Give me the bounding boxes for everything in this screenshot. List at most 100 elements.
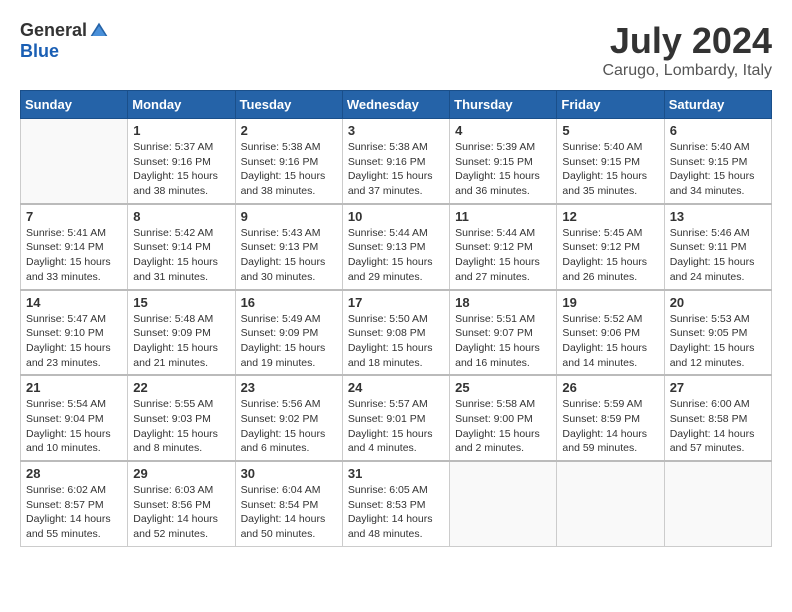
page-header: General Blue July 2024 Carugo, Lombardy,… <box>20 20 772 80</box>
logo-general-text: General <box>20 20 87 41</box>
day-info: Sunrise: 5:40 AM Sunset: 9:15 PM Dayligh… <box>562 140 658 199</box>
calendar-cell: 29Sunrise: 6:03 AM Sunset: 8:56 PM Dayli… <box>128 461 235 546</box>
calendar-cell: 27Sunrise: 6:00 AM Sunset: 8:58 PM Dayli… <box>664 375 771 461</box>
calendar-table: SundayMondayTuesdayWednesdayThursdayFrid… <box>20 90 772 547</box>
day-number: 8 <box>133 209 229 224</box>
logo-blue-text: Blue <box>20 41 59 62</box>
day-info: Sunrise: 5:38 AM Sunset: 9:16 PM Dayligh… <box>348 140 444 199</box>
day-number: 23 <box>241 380 337 395</box>
calendar-cell: 13Sunrise: 5:46 AM Sunset: 9:11 PM Dayli… <box>664 204 771 290</box>
calendar-header-wednesday: Wednesday <box>342 91 449 119</box>
calendar-cell: 18 Sunrise: 5:51 AM Sunset: 9:07 PM Dayli… <box>450 290 557 376</box>
calendar-cell: 19 Sunrise: 5:52 AM Sunset: 9:06 PM Dayli… <box>557 290 664 376</box>
calendar-cell: 12 Sunrise: 5:45 AM Sunset: 9:12 PM Dayli… <box>557 204 664 290</box>
calendar-cell: 20 Sunrise: 5:53 AM Sunset: 9:05 PM Dayli… <box>664 290 771 376</box>
day-info: Sunrise: 6:04 AM Sunset: 8:54 PM Dayligh… <box>241 483 337 542</box>
day-number: 7 <box>26 209 122 224</box>
day-number: 14 <box>26 295 122 310</box>
day-number: 4 <box>455 123 551 138</box>
calendar-cell: 14 Sunrise: 5:47 AM Sunset: 9:10 PM Dayli… <box>21 290 128 376</box>
day-number: 30 <box>241 466 337 481</box>
calendar-cell: 8 Sunrise: 5:42 AM Sunset: 9:14 PM Daylig… <box>128 204 235 290</box>
calendar-cell: 22Sunrise: 5:55 AM Sunset: 9:03 PM Dayli… <box>128 375 235 461</box>
day-info: Sunrise: 5:50 AM Sunset: 9:08 PM Dayligh… <box>348 312 444 371</box>
calendar-cell: 30 Sunrise: 6:04 AM Sunset: 8:54 PM Dayli… <box>235 461 342 546</box>
calendar-header-sunday: Sunday <box>21 91 128 119</box>
calendar-cell: 17 Sunrise: 5:50 AM Sunset: 9:08 PM Dayli… <box>342 290 449 376</box>
day-info: Sunrise: 5:37 AM Sunset: 9:16 PM Dayligh… <box>133 140 229 199</box>
calendar-header-friday: Friday <box>557 91 664 119</box>
day-number: 5 <box>562 123 658 138</box>
logo-icon <box>89 21 109 41</box>
day-info: Sunrise: 5:51 AM Sunset: 9:07 PM Dayligh… <box>455 312 551 371</box>
title-section: July 2024 Carugo, Lombardy, Italy <box>602 20 772 80</box>
day-info: Sunrise: 5:57 AM Sunset: 9:01 PM Dayligh… <box>348 397 444 456</box>
calendar-week-row: 21 Sunrise: 5:54 AM Sunset: 9:04 PM Dayli… <box>21 375 772 461</box>
day-info: Sunrise: 5:48 AM Sunset: 9:09 PM Dayligh… <box>133 312 229 371</box>
calendar-cell <box>21 119 128 204</box>
calendar-cell: 26 Sunrise: 5:59 AM Sunset: 8:59 PM Dayli… <box>557 375 664 461</box>
calendar-cell: 10Sunrise: 5:44 AM Sunset: 9:13 PM Dayli… <box>342 204 449 290</box>
logo: General Blue <box>20 20 109 62</box>
location-text: Carugo, Lombardy, Italy <box>602 62 772 80</box>
day-number: 21 <box>26 380 122 395</box>
day-number: 3 <box>348 123 444 138</box>
calendar-cell: 24 Sunrise: 5:57 AM Sunset: 9:01 PM Dayli… <box>342 375 449 461</box>
month-title: July 2024 <box>602 20 772 62</box>
day-number: 15 <box>133 295 229 310</box>
day-info: Sunrise: 5:39 AM Sunset: 9:15 PM Dayligh… <box>455 140 551 199</box>
day-info: Sunrise: 5:45 AM Sunset: 9:12 PM Dayligh… <box>562 226 658 285</box>
day-number: 22 <box>133 380 229 395</box>
calendar-cell: 21 Sunrise: 5:54 AM Sunset: 9:04 PM Dayli… <box>21 375 128 461</box>
calendar-week-row: 14 Sunrise: 5:47 AM Sunset: 9:10 PM Dayli… <box>21 290 772 376</box>
day-number: 2 <box>241 123 337 138</box>
day-number: 16 <box>241 295 337 310</box>
day-info: Sunrise: 5:59 AM Sunset: 8:59 PM Dayligh… <box>562 397 658 456</box>
day-number: 19 <box>562 295 658 310</box>
calendar-cell <box>664 461 771 546</box>
calendar-cell: 11 Sunrise: 5:44 AM Sunset: 9:12 PM Dayli… <box>450 204 557 290</box>
day-number: 11 <box>455 209 551 224</box>
calendar-header-saturday: Saturday <box>664 91 771 119</box>
calendar-cell <box>557 461 664 546</box>
day-number: 26 <box>562 380 658 395</box>
day-number: 1 <box>133 123 229 138</box>
calendar-week-row: 7Sunrise: 5:41 AM Sunset: 9:14 PM Daylig… <box>21 204 772 290</box>
day-info: Sunrise: 5:43 AM Sunset: 9:13 PM Dayligh… <box>241 226 337 285</box>
calendar-cell: 9 Sunrise: 5:43 AM Sunset: 9:13 PM Daylig… <box>235 204 342 290</box>
day-info: Sunrise: 5:42 AM Sunset: 9:14 PM Dayligh… <box>133 226 229 285</box>
day-info: Sunrise: 5:49 AM Sunset: 9:09 PM Dayligh… <box>241 312 337 371</box>
day-number: 13 <box>670 209 766 224</box>
day-info: Sunrise: 5:47 AM Sunset: 9:10 PM Dayligh… <box>26 312 122 371</box>
day-number: 9 <box>241 209 337 224</box>
calendar-cell: 6 Sunrise: 5:40 AM Sunset: 9:15 PM Daylig… <box>664 119 771 204</box>
day-number: 28 <box>26 466 122 481</box>
calendar-cell: 15 Sunrise: 5:48 AM Sunset: 9:09 PM Dayli… <box>128 290 235 376</box>
day-info: Sunrise: 5:58 AM Sunset: 9:00 PM Dayligh… <box>455 397 551 456</box>
calendar-cell: 31 Sunrise: 6:05 AM Sunset: 8:53 PM Dayli… <box>342 461 449 546</box>
day-info: Sunrise: 6:00 AM Sunset: 8:58 PM Dayligh… <box>670 397 766 456</box>
calendar-week-row: 1 Sunrise: 5:37 AM Sunset: 9:16 PM Daylig… <box>21 119 772 204</box>
day-number: 12 <box>562 209 658 224</box>
day-number: 25 <box>455 380 551 395</box>
day-info: Sunrise: 6:02 AM Sunset: 8:57 PM Dayligh… <box>26 483 122 542</box>
calendar-cell: 2Sunrise: 5:38 AM Sunset: 9:16 PM Daylig… <box>235 119 342 204</box>
calendar-cell: 5 Sunrise: 5:40 AM Sunset: 9:15 PM Daylig… <box>557 119 664 204</box>
day-number: 17 <box>348 295 444 310</box>
day-info: Sunrise: 5:40 AM Sunset: 9:15 PM Dayligh… <box>670 140 766 199</box>
day-info: Sunrise: 5:44 AM Sunset: 9:13 PM Dayligh… <box>348 226 444 285</box>
day-number: 20 <box>670 295 766 310</box>
calendar-header-row: SundayMondayTuesdayWednesdayThursdayFrid… <box>21 91 772 119</box>
calendar-header-monday: Monday <box>128 91 235 119</box>
day-number: 18 <box>455 295 551 310</box>
day-info: Sunrise: 5:44 AM Sunset: 9:12 PM Dayligh… <box>455 226 551 285</box>
calendar-cell: 7Sunrise: 5:41 AM Sunset: 9:14 PM Daylig… <box>21 204 128 290</box>
day-info: Sunrise: 5:53 AM Sunset: 9:05 PM Dayligh… <box>670 312 766 371</box>
day-number: 31 <box>348 466 444 481</box>
day-number: 24 <box>348 380 444 395</box>
calendar-header-tuesday: Tuesday <box>235 91 342 119</box>
day-info: Sunrise: 5:52 AM Sunset: 9:06 PM Dayligh… <box>562 312 658 371</box>
day-info: Sunrise: 5:54 AM Sunset: 9:04 PM Dayligh… <box>26 397 122 456</box>
day-number: 6 <box>670 123 766 138</box>
day-info: Sunrise: 6:05 AM Sunset: 8:53 PM Dayligh… <box>348 483 444 542</box>
